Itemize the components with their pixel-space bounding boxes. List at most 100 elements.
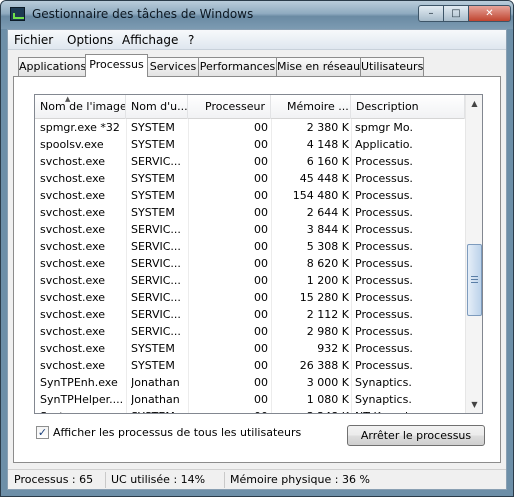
minimize-button[interactable]: – [418, 5, 444, 22]
show-all-users-label: Afficher les processus de tous les utili… [53, 426, 302, 439]
cell-memory: 2 112 K [306, 308, 349, 321]
cell-image-name: svchost.exe [40, 155, 106, 168]
cell-memory: 4 148 K [306, 138, 349, 151]
tab-users[interactable]: Utilisateurs [360, 57, 424, 76]
column-header-cpu[interactable]: Processeur [188, 95, 271, 119]
menu-view[interactable]: Affichage [122, 33, 178, 47]
scroll-down-icon[interactable]: ▼ [467, 397, 482, 412]
process-row[interactable]: svchost.exe SERVIC... 00 15 280 K Processus.… [35, 289, 465, 306]
close-button[interactable]: ✕ [468, 5, 511, 22]
process-row[interactable]: System SYSTEM00 3 248 K NT Kernel... [35, 408, 465, 413]
tab-performance[interactable]: Performances [198, 57, 277, 76]
cell-memory: 5 308 K [306, 240, 349, 253]
process-row[interactable]: svchost.exe SERVIC... 00 3 844 K Processus..… [35, 221, 465, 238]
cell-cpu: 00 [254, 189, 268, 202]
scrollbar-thumb[interactable] [467, 244, 482, 316]
cell-cpu: 00 [254, 342, 268, 355]
cell-image-name: svchost.exe [40, 257, 106, 270]
cell-description: Processus... [355, 223, 413, 236]
tab-applications[interactable]: Applications [18, 57, 86, 76]
end-process-button[interactable]: Arrêter le processus [347, 425, 485, 446]
process-row[interactable]: svchost.exe SERVIC... 00 5 308 K Processus..… [35, 238, 465, 255]
cell-image-name: spmgr.exe *32 [40, 121, 120, 134]
vertical-scrollbar[interactable]: ▲ ▼ [465, 95, 482, 413]
cell-image-name: svchost.exe [40, 342, 106, 355]
cell-image-name: svchost.exe [40, 172, 106, 185]
process-rows: spmgr.exe *32SYSTEM002 380 Kspmgr Mo...s… [35, 119, 465, 413]
task-manager-icon [10, 7, 25, 21]
cell-cpu: 00 [254, 291, 268, 304]
column-header-user-name[interactable]: Nom d'u... [126, 95, 188, 119]
process-row[interactable]: spmgr.exe *32 SYSTEM 00 2 380 K spmgr Mo... [35, 119, 465, 136]
cell-cpu: 00 [254, 274, 268, 287]
cell-user-name: SYSTEM [131, 121, 175, 134]
title-bar[interactable]: Gestionnaire des tâches de Windows – □ ✕ [1, 1, 513, 29]
tab-processes[interactable]: Processus [85, 54, 148, 77]
cell-description: NT Kernel... [355, 408, 413, 413]
process-row[interactable]: svchost.exe SYSTEM 00 45 448 K Processus... [35, 170, 465, 187]
client-area: Fichier Options Affichage ? Applications… [7, 29, 507, 490]
cell-description: Processus... [355, 206, 413, 219]
cell-image-name: svchost.exe [40, 240, 106, 253]
cell-image-name: svchost.exe [40, 223, 106, 236]
cell-description: spmgr Mo... [355, 121, 413, 134]
cell-image-name: svchost.exe [40, 206, 106, 219]
cell-cpu: 00 [254, 172, 268, 185]
process-row[interactable]: svchost.exe SERVIC... 00 2 112 K Processus..… [35, 306, 465, 323]
cell-description: Processus... [355, 325, 413, 338]
cell-user-name: SYSTEM [131, 138, 175, 151]
window-title: Gestionnaire des tâches de Windows [32, 7, 254, 21]
process-row[interactable]: svchost.exe SERVIC... 00 1 200 K Processus..… [35, 272, 465, 289]
cell-user-name: Jonathan [131, 376, 180, 389]
scroll-up-icon[interactable]: ▲ [467, 96, 482, 111]
process-row[interactable]: svchost.exe SYSTEM 00 2 644 K Processus... [35, 204, 465, 221]
process-list[interactable]: ▲ Nom de l'image Nom d'u... Processeur M… [34, 94, 483, 414]
cell-image-name: svchost.exe [40, 308, 106, 321]
maximize-button[interactable]: □ [443, 5, 469, 22]
cell-description: Processus... [355, 257, 413, 270]
cell-description: Synaptics... [355, 393, 413, 406]
cell-image-name: spoolsv.exe [40, 138, 104, 151]
cell-description: Synaptics... [355, 376, 413, 389]
cell-user-name: SERVIC... [131, 308, 181, 321]
process-row[interactable]: svchost.exe SERVIC... 00 8 620 K Processus..… [35, 255, 465, 272]
process-row[interactable]: svchost.exe SERVIC... 00 2 980 K Processus..… [35, 323, 465, 340]
cell-cpu: 00 [254, 240, 268, 253]
column-gridline [271, 119, 272, 413]
column-header-label: Nom de l'image [40, 100, 126, 113]
cell-description: Processus... [355, 291, 413, 304]
cell-cpu: 00 [254, 393, 268, 406]
process-row[interactable]: svchost.exe SERVIC... 00 6 160 K Processus..… [35, 153, 465, 170]
cell-image-name: svchost.exe [40, 359, 106, 372]
cell-memory: 3 000 K [306, 376, 349, 389]
cell-memory: 2 980 K [306, 325, 349, 338]
column-header-image-name[interactable]: ▲ Nom de l'image [35, 95, 126, 119]
cell-user-name: SERVIC... [131, 325, 181, 338]
process-row[interactable]: svchost.exe SYSTEM 00 154 480 K Processus... [35, 187, 465, 204]
menu-file[interactable]: Fichier [14, 33, 53, 47]
cell-user-name: Jonathan [131, 393, 180, 406]
process-row[interactable]: svchost.exe SYSTEM 00 26 388 K Processus... [35, 357, 465, 374]
menu-help[interactable]: ? [188, 33, 194, 47]
process-row[interactable]: svchost.exe SYSTEM 00 932 K Processus... [35, 340, 465, 357]
cell-user-name: SERVIC... [131, 257, 181, 270]
cell-image-name: svchost.exe [40, 189, 106, 202]
column-header-description[interactable]: Description [351, 95, 465, 119]
column-header-memory[interactable]: Mémoire ... [271, 95, 351, 119]
process-row[interactable]: SynTPEnh.exe Jonathan 00 3 000 K Synaptics..… [35, 374, 465, 391]
cell-memory: 2 644 K [306, 206, 349, 219]
cell-cpu: 00 [254, 138, 268, 151]
column-gridline [126, 119, 127, 413]
checkbox-checkmark-icon[interactable]: ✓ [36, 426, 49, 439]
process-row[interactable]: SynTPHelper.... Jonathan 00 1 080 K Synaptic… [35, 391, 465, 408]
cell-cpu: 00 [254, 155, 268, 168]
tab-services[interactable]: Services [147, 57, 199, 76]
cell-user-name: SERVIC... [131, 240, 181, 253]
cell-memory: 3 844 K [306, 223, 349, 236]
process-row[interactable]: spoolsv.exe SYSTEM 00 4 148 K Applicatio... [35, 136, 465, 153]
cell-image-name: svchost.exe [40, 291, 106, 304]
status-process-count: Processus : 65 [10, 472, 106, 488]
processes-panel: ▲ Nom de l'image Nom d'u... Processeur M… [13, 76, 501, 463]
tab-networking[interactable]: Mise en réseau [276, 57, 361, 76]
menu-options[interactable]: Options [67, 33, 113, 47]
